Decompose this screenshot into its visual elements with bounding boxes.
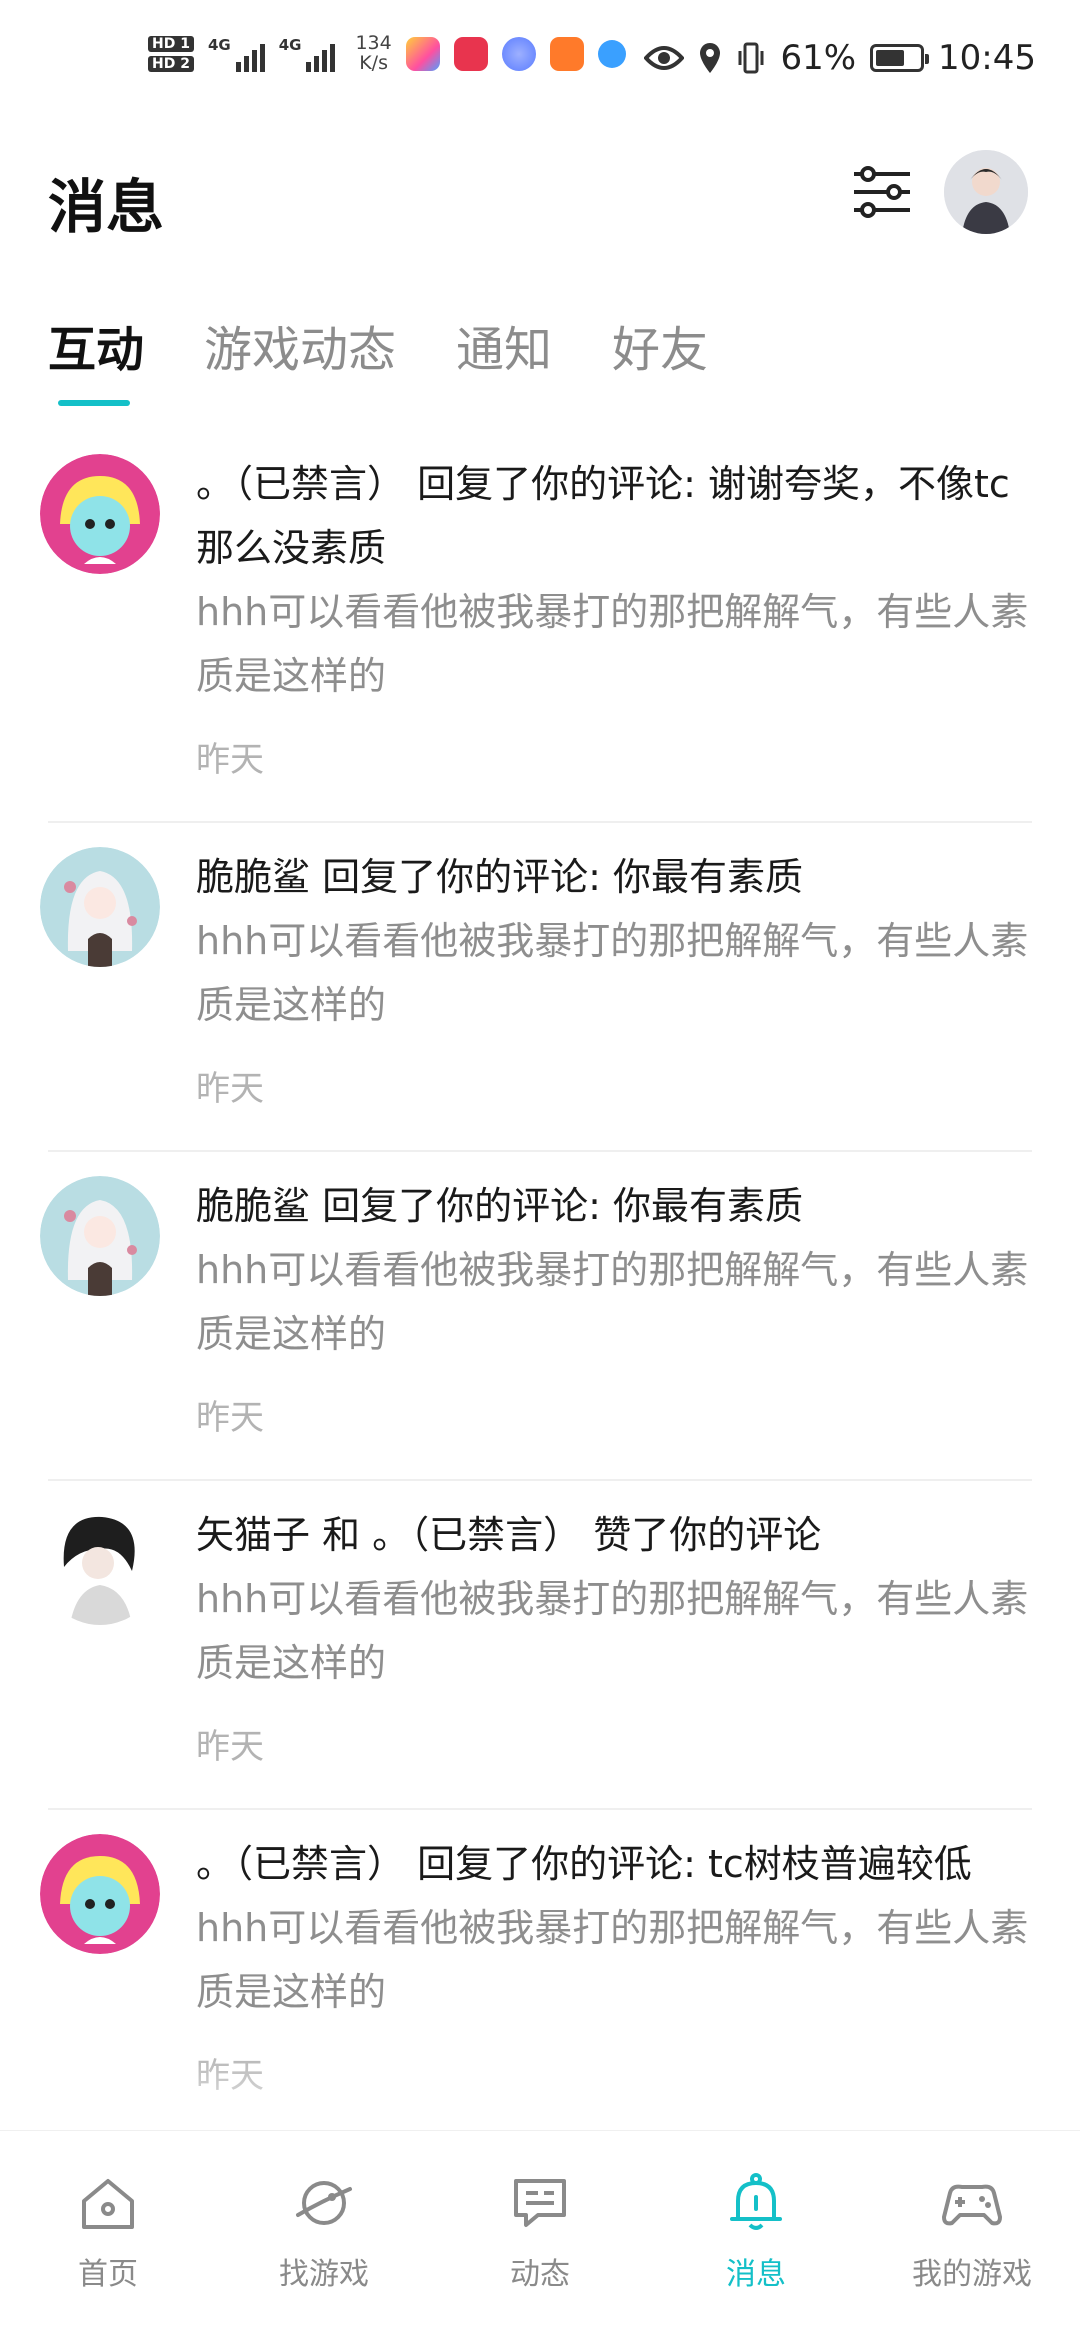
network-type-2: 4G — [278, 35, 302, 54]
message-snippet: hhh可以看看他被我暴打的那把解解气，有些人素质是这样的 — [196, 1577, 1029, 1685]
gamepad-icon — [942, 2184, 1002, 2226]
nav-messages-label: 消息 — [726, 2257, 786, 2292]
status-bar: HD 1 HD 2 4G 4G 134 K/s 61% 10:45 — [0, 0, 1080, 132]
message-snippet: hhh可以看看他被我暴打的那把解解气，有些人素质是这样的 — [196, 919, 1029, 1027]
message-time: 昨天 — [196, 1727, 264, 1767]
nav-find-games-label: 找游戏 — [279, 2257, 369, 2292]
nav-home[interactable]: 首页 — [0, 2131, 216, 2341]
message-title: 。（已禁言） 回复了你的评论: tc树枝普遍较低 — [196, 1842, 972, 1886]
sim2-label: HD 2 — [148, 55, 194, 72]
chat-bubble-icon — [514, 2179, 566, 2227]
speed-unit: K/s — [359, 51, 388, 74]
vibrate-icon — [738, 42, 764, 74]
dark-hair-boy-avatar[interactable] — [40, 1505, 160, 1625]
network-speed: 134 K/s — [355, 32, 392, 74]
notification-app-icon — [453, 36, 488, 71]
tab-notifications[interactable]: 通知 — [456, 310, 552, 400]
nav-find-games[interactable]: 找游戏 — [216, 2131, 432, 2341]
nav-my-games-label: 我的游戏 — [912, 2257, 1032, 2292]
list-item[interactable]: 脆脆鲨 回复了你的评论: 你最有素质 hhh可以看看他被我暴打的那把解解气，有些… — [40, 1152, 1032, 1481]
white-hair-girl-avatar[interactable] — [40, 847, 160, 967]
yellow-character-avatar[interactable] — [40, 454, 160, 574]
bell-icon — [730, 2173, 782, 2230]
scroll-fade — [0, 2050, 1080, 2140]
battery-icon — [870, 44, 930, 72]
message-title: 矢猫子 和 。（已禁言） 赞了你的评论 — [196, 1513, 822, 1557]
nav-home-label: 首页 — [78, 2257, 138, 2292]
notification-app-icon — [501, 36, 536, 71]
speed-value: 134 — [355, 32, 392, 54]
nav-feed[interactable]: 动态 — [432, 2131, 648, 2341]
user-avatar-image — [944, 150, 1028, 234]
nav-my-games[interactable]: 我的游戏 — [864, 2131, 1080, 2341]
message-time: 昨天 — [196, 1069, 264, 1109]
battery-percent: 61% — [780, 38, 857, 78]
white-hair-girl-avatar[interactable] — [40, 1176, 160, 1296]
tab-friends[interactable]: 好友 — [612, 310, 708, 400]
message-title: 脆脆鲨 回复了你的评论: 你最有素质 — [196, 855, 803, 899]
sliders-icon — [854, 166, 910, 218]
user-avatar[interactable] — [944, 150, 1028, 234]
planet-icon — [296, 2181, 352, 2225]
notification-app-icon — [405, 36, 440, 71]
yellow-character-avatar[interactable] — [40, 1834, 160, 1954]
tab-game-news[interactable]: 游戏动态 — [204, 310, 396, 400]
message-list: 。（已禁言） 回复了你的评论: 谢谢夸奖，不像tc那么没素质 hhh可以看看他被… — [0, 430, 1080, 2130]
message-snippet: hhh可以看看他被我暴打的那把解解气，有些人素质是这样的 — [196, 590, 1029, 698]
message-snippet: hhh可以看看他被我暴打的那把解解气，有些人素质是这样的 — [196, 1906, 1029, 2014]
list-item[interactable]: 脆脆鲨 回复了你的评论: 你最有素质 hhh可以看看他被我暴打的那把解解气，有些… — [40, 823, 1032, 1152]
tab-interaction[interactable]: 互动 — [48, 310, 144, 406]
filter-button[interactable] — [850, 160, 914, 224]
message-time: 昨天 — [196, 1398, 264, 1438]
signal-1-icon: 4G — [208, 36, 265, 72]
bottom-nav: 首页 找游戏 动态 消息 我的游戏 — [0, 2130, 1080, 2341]
sim1-label: HD 1 — [148, 35, 194, 52]
page-title: 消息 — [48, 173, 165, 241]
clock: 10:45 — [938, 38, 1036, 78]
sim-indicator: HD 1 HD 2 — [148, 35, 194, 72]
signal-2-icon: 4G — [279, 36, 336, 72]
message-title: 脆脆鲨 回复了你的评论: 你最有素质 — [196, 1184, 803, 1228]
message-snippet: hhh可以看看他被我暴打的那把解解气，有些人素质是这样的 — [196, 1248, 1029, 1356]
tab-bar: 互动 游戏动态 通知 好友 — [48, 310, 708, 406]
notification-app-icon — [597, 39, 626, 68]
list-item[interactable]: 。（已禁言） 回复了你的评论: 谢谢夸奖，不像tc那么没素质 hhh可以看看他被… — [40, 430, 1032, 823]
nav-feed-label: 动态 — [510, 2257, 570, 2292]
list-item[interactable]: 矢猫子 和 。（已禁言） 赞了你的评论 hhh可以看看他被我暴打的那把解解气，有… — [40, 1481, 1032, 1810]
notification-app-icon — [549, 36, 584, 71]
nav-messages[interactable]: 消息 — [648, 2131, 864, 2341]
location-icon — [700, 43, 721, 73]
home-icon — [82, 2179, 134, 2229]
message-time: 昨天 — [196, 740, 264, 780]
network-type-1: 4G — [207, 35, 231, 54]
message-title: 。（已禁言） 回复了你的评论: 谢谢夸奖，不像tc那么没素质 — [196, 462, 1010, 570]
eye-icon — [644, 46, 685, 70]
